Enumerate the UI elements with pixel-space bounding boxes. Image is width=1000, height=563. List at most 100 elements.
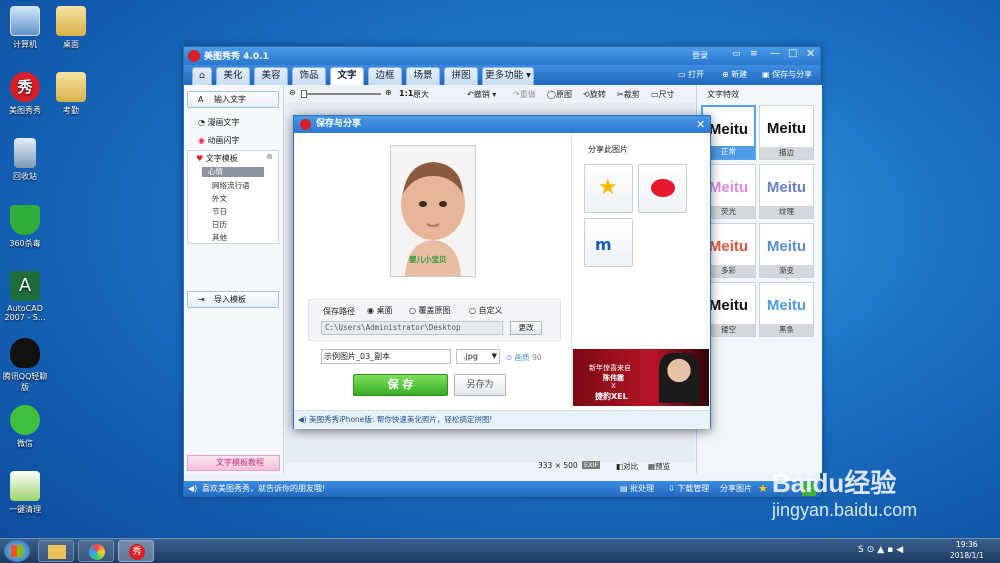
baidu-watermark: Baidu经验 jingyan.baidu.com <box>770 455 970 525</box>
status-message[interactable]: 喜欢美图秀秀，就告诉你的朋友哦! <box>202 481 325 497</box>
subitem-selected[interactable]: 心情 <box>202 167 264 177</box>
tab-biankuang[interactable]: 边框 <box>368 67 402 85</box>
start-button[interactable] <box>4 540 30 562</box>
login-link[interactable]: 登录 <box>692 50 708 61</box>
radio-desktop[interactable]: ◉ 桌面 <box>367 305 393 316</box>
text-effect-5[interactable]: Meitu 渐变 <box>759 223 814 278</box>
preview-button[interactable]: ▦预览 <box>648 461 670 472</box>
minimize-icon[interactable]: — <box>770 48 780 59</box>
comic-text-item[interactable]: ◔ 漫画文字 <box>198 117 240 128</box>
path-field[interactable]: C:\Users\Administrator\Desktop <box>321 321 503 335</box>
desktop-icon-recycle[interactable]: 回收站 <box>2 138 48 182</box>
desktop-icon-meitu[interactable]: 秀美图秀秀 <box>2 72 48 116</box>
tab-wenzi[interactable]: 文字 <box>330 67 364 85</box>
desktop-icon-360[interactable]: 360杀毒 <box>2 205 48 249</box>
zoom-in-icon[interactable]: ⊕ <box>385 88 392 97</box>
zoom-slider[interactable] <box>301 90 381 98</box>
desktop-icon-computer[interactable]: 计算机 <box>2 6 48 50</box>
tab-meihua[interactable]: 美化 <box>216 67 250 85</box>
zoom-slider-handle[interactable] <box>301 90 307 98</box>
dialog-close-icon[interactable]: ✕ <box>696 116 705 133</box>
origin-pic-button[interactable]: ◯原图 <box>547 89 572 100</box>
size-button[interactable]: ▭尺寸 <box>651 89 675 100</box>
save-as-button[interactable]: 另存为 <box>454 374 506 396</box>
text-effect-7[interactable]: Meitu 黑条 <box>759 282 814 337</box>
crop-button[interactable]: ✂裁剪 <box>617 89 640 100</box>
batch-button[interactable]: ▤ 批处理 <box>620 481 654 497</box>
template-header[interactable]: ♥ 文字模板 <box>196 153 238 164</box>
undo-button[interactable]: ↶撤销 ▾ <box>467 89 496 100</box>
extension-select[interactable]: .jpg ▼ <box>456 349 500 364</box>
redo-button[interactable]: ↷重做 <box>513 89 536 100</box>
desktop-icon-autocad[interactable]: A AutoCAD 2007 - S... <box>2 271 48 322</box>
menu-icon[interactable]: ≡ <box>750 49 758 59</box>
import-template-button[interactable]: ⇥ 导入模板 <box>187 291 279 308</box>
maximize-icon[interactable]: □ <box>788 48 797 59</box>
renren-share-button[interactable]: ⅿ <box>584 218 633 267</box>
weibo-share-button[interactable] <box>638 164 687 213</box>
new-button[interactable]: ⊕ 新建 <box>722 68 747 82</box>
filename-field[interactable]: 示例图片_03_副本 <box>321 349 451 364</box>
tab-home[interactable]: ⌂ <box>192 67 212 85</box>
image-dimensions: 333 × 500 <box>538 461 578 470</box>
qzone-share-button[interactable]: ★ <box>584 164 633 213</box>
save-share-button[interactable]: ▣ 保存与分享 <box>762 68 812 82</box>
tab-pintu[interactable]: 拼图 <box>444 67 478 85</box>
message-icon[interactable]: ▭ <box>732 49 741 59</box>
canvas-footer: 333 × 500 EXIF ◧对比 ▦预览 <box>524 461 694 473</box>
radio-overwrite[interactable]: ○ 覆盖原图 <box>409 305 451 316</box>
desktop-icon-cleanup[interactable]: 一键清理 <box>2 471 48 515</box>
collapse-icon[interactable]: ⊗ <box>266 152 273 161</box>
download-button[interactable]: ⇩ 下载管理 <box>668 481 709 497</box>
star-icon[interactable]: ★ <box>758 481 768 497</box>
rotate-button[interactable]: ⟲旋转 <box>583 89 606 100</box>
tray-icons[interactable]: S⊙▲▪◀ <box>858 545 906 555</box>
ad-text-4: 捷豹XEL <box>595 392 628 401</box>
windows-logo-icon <box>11 545 23 557</box>
ad-banner[interactable]: 新年惊喜来自 陈伟霆 X 捷豹XEL <box>573 349 709 406</box>
photo-preview: 婴儿小宝贝 <box>390 145 476 277</box>
tab-changjing[interactable]: 场景 <box>406 67 440 85</box>
effect-label: 黑条 <box>760 324 813 336</box>
change-button[interactable]: 更改 <box>510 321 542 335</box>
text-effect-1[interactable]: Meitu 描边 <box>759 105 814 160</box>
window-title: 美图秀秀 4.0.1 <box>204 52 269 62</box>
quality-setting[interactable]: ⊙ 画质 90 <box>506 352 542 363</box>
dialog-footer: ◀) 美图秀秀iPhone版: 帮你快速美化照片，轻松搞定拼图! <box>294 410 710 429</box>
effect-preview-text: Meitu <box>766 238 807 255</box>
tutorial-button[interactable]: 文字模板教程 <box>187 455 280 471</box>
clock-time[interactable]: 19:36 <box>956 540 978 549</box>
original-size-button[interactable]: 原大 <box>413 89 429 100</box>
input-text-button[interactable]: A 输入文字 <box>187 91 279 108</box>
autocad-icon: A <box>10 271 40 301</box>
tab-bar: ⌂ 美化 美容 饰品 文字 边框 场景 拼图 更多功能 ▾ ▭ 打开 ⊕ 新建 … <box>184 65 820 85</box>
save-button[interactable]: 保 存 <box>353 374 448 396</box>
zoom-out-icon[interactable]: ⊖ <box>289 88 296 97</box>
ratio-button[interactable]: 1:1 <box>399 89 413 98</box>
animated-text-item[interactable]: ◉ 动画闪字 <box>198 135 240 146</box>
tab-shipin[interactable]: 饰品 <box>292 67 326 85</box>
subitem[interactable]: 网络流行语 <box>212 180 250 191</box>
tab-meirong[interactable]: 美容 <box>254 67 288 85</box>
tab-more[interactable]: 更多功能 ▾ <box>482 67 534 85</box>
subitem[interactable]: 日历 <box>212 219 227 230</box>
desktop-icon-qq[interactable]: 腾讯QQ轻聊版 <box>2 338 48 393</box>
subitem[interactable]: 节日 <box>212 206 227 217</box>
taskbar-meitu[interactable]: 秀 <box>118 540 154 562</box>
subitem[interactable]: 其他 <box>212 232 227 243</box>
desktop-icon-desktop[interactable]: 桌面 <box>48 6 94 50</box>
share-image-button[interactable]: 分享图片 <box>720 481 752 497</box>
wechat-icon <box>10 405 40 435</box>
text-effect-3[interactable]: Meitu 纹理 <box>759 164 814 219</box>
exif-badge[interactable]: EXIF <box>582 461 601 469</box>
subitem[interactable]: 外文 <box>212 193 227 204</box>
desktop-icon-kaoqin[interactable]: 考勤 <box>48 72 94 116</box>
taskbar-browser[interactable] <box>78 540 114 562</box>
radio-custom[interactable]: ○ 自定义 <box>469 305 503 316</box>
desktop-icon-wechat[interactable]: 微信 <box>2 405 48 449</box>
taskbar-explorer[interactable] <box>38 540 74 562</box>
compare-button[interactable]: ◧对比 <box>616 461 638 472</box>
open-button[interactable]: ▭ 打开 <box>678 68 704 82</box>
close-icon[interactable]: ✕ <box>806 47 815 60</box>
clock-date[interactable]: 2018/1/1 <box>950 551 984 560</box>
